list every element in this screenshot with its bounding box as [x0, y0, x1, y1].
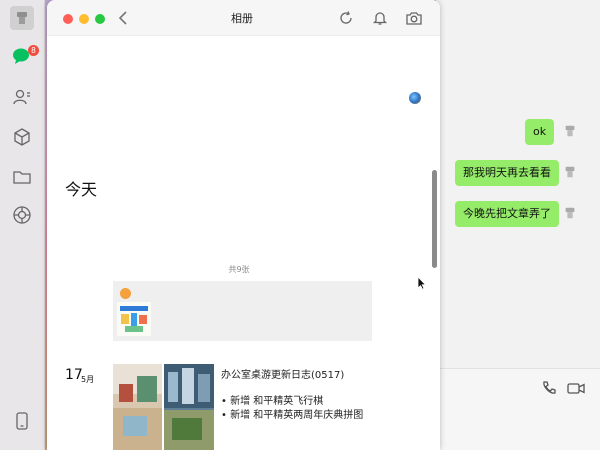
contacts-icon[interactable] — [11, 86, 33, 108]
camera-icon[interactable] — [405, 9, 423, 27]
mouse-cursor-icon — [417, 276, 427, 290]
album-scrollbar[interactable] — [432, 170, 437, 268]
zoom-window-button[interactable] — [95, 14, 105, 24]
post-line: • 新增 和平精英飞行棋 — [221, 396, 324, 407]
post-date-month: 5月 — [81, 375, 95, 384]
refresh-icon[interactable] — [337, 9, 355, 27]
message-bubble: 今晚先把文章弄了 — [455, 201, 559, 227]
main-sidebar: 8 — [0, 0, 45, 450]
post-title: 办公室桌游更新日志(0517) — [221, 370, 345, 381]
close-window-button[interactable] — [63, 14, 73, 24]
post-photo[interactable] — [113, 364, 162, 450]
chat-window: ok 那我明天再去看看 今晚先把文章弄了 — [436, 0, 600, 450]
chat-input-area[interactable] — [436, 368, 600, 450]
user-avatar[interactable] — [10, 6, 34, 30]
message-bubble: ok — [525, 119, 555, 145]
album-window: 相册 今天 共9张 17 5月 办公室桌游更新日志(0517) • 新增 和平精… — [47, 0, 440, 450]
bell-icon[interactable] — [371, 9, 389, 27]
post-photo[interactable] — [164, 364, 214, 450]
voice-call-icon[interactable] — [540, 379, 558, 397]
back-chevron-icon[interactable] — [114, 9, 132, 27]
section-today: 今天 — [65, 180, 98, 199]
post-line: • 新增 和平精英两周年庆典拼图 — [221, 410, 364, 421]
unread-badge: 8 — [28, 45, 39, 56]
cube-icon[interactable] — [11, 126, 33, 148]
minimize-window-button[interactable] — [79, 14, 89, 24]
avatar-icon — [17, 12, 27, 24]
photo-count: 共9张 — [228, 265, 250, 274]
sender-avatar-icon — [561, 122, 579, 140]
post-thumbnail — [117, 302, 151, 336]
phone-icon[interactable] — [11, 410, 33, 432]
message-bubble: 那我明天再去看看 — [455, 160, 559, 186]
folder-icon[interactable] — [11, 166, 33, 188]
sender-avatar-icon — [561, 204, 579, 222]
app-badge-icon — [120, 288, 131, 299]
moments-icon[interactable] — [11, 204, 33, 226]
post-card[interactable] — [113, 281, 372, 341]
album-title: 相册 — [231, 12, 253, 25]
sender-avatar-icon — [561, 163, 579, 181]
album-titlebar: 相册 — [47, 0, 440, 36]
video-call-icon[interactable] — [567, 379, 585, 397]
profile-globe-avatar[interactable] — [409, 92, 421, 104]
